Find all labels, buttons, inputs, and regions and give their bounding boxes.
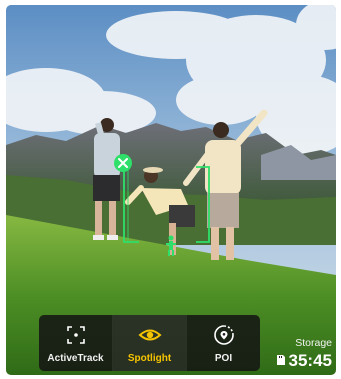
storage-remaining: 35:45 — [276, 351, 332, 371]
mode-spotlight[interactable]: Spotlight — [113, 315, 186, 371]
activetrack-icon — [65, 324, 87, 346]
spotlight-eye-icon — [138, 324, 162, 346]
mode-activetrack[interactable]: ActiveTrack — [39, 315, 112, 371]
sd-card-icon — [276, 351, 286, 371]
mode-poi-label: POI — [214, 353, 233, 364]
mode-poi[interactable]: POI — [187, 315, 260, 371]
intelligent-mode-bar: ActiveTrack Spotlight POI — [39, 315, 260, 371]
camera-viewport[interactable]: ActiveTrack Spotlight POI Storage 35:45 — [6, 5, 336, 375]
storage-time-value: 35:45 — [288, 351, 332, 370]
mode-activetrack-label: ActiveTrack — [47, 353, 104, 364]
mode-spotlight-label: Spotlight — [127, 353, 172, 364]
storage-label: Storage — [295, 337, 332, 349]
poi-icon — [213, 324, 235, 346]
